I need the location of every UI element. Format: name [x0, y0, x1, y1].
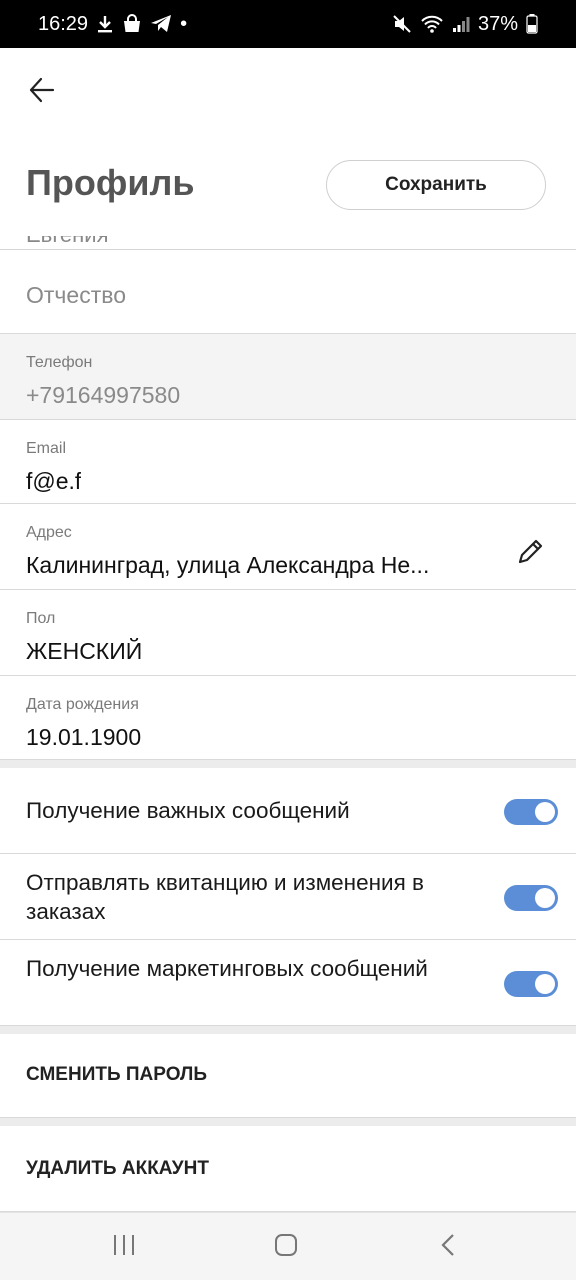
- toggle-label-receipts: Отправлять квитанцию и изменения в заказ…: [26, 870, 424, 924]
- toggle-label-marketing: Получение маркетинговых сообщений: [26, 956, 428, 981]
- status-dot: •: [180, 12, 188, 35]
- address-value: Калининград, улица Александра Не...: [26, 552, 430, 578]
- birthdate-field[interactable]: Дата рождения 19.01.1900: [0, 676, 576, 760]
- gender-field[interactable]: Пол ЖЕНСКИЙ: [0, 590, 576, 676]
- phone-field: Телефон +79164997580: [0, 334, 576, 420]
- delete-account-button[interactable]: УДАЛИТЬ АККАУНТ: [0, 1126, 576, 1212]
- change-password-button[interactable]: СМЕНИТЬ ПАРОЛЬ: [0, 1034, 576, 1118]
- home-button[interactable]: [266, 1231, 306, 1263]
- switch-knob: [535, 888, 555, 908]
- recent-apps-button[interactable]: [104, 1231, 144, 1263]
- surname-value: Евгения: [26, 236, 109, 248]
- save-button[interactable]: Сохранить: [326, 160, 546, 210]
- patronymic-placeholder: Отчество: [26, 282, 126, 308]
- status-time: 16:29: [38, 12, 89, 35]
- birthdate-value: 19.01.1900: [26, 724, 142, 750]
- toggle-row-marketing[interactable]: Получение маркетинговых сообщений: [0, 940, 576, 1026]
- status-bar: 16:29 • 37%: [0, 0, 576, 48]
- profile-form[interactable]: Евгения Отчество Телефон +79164997580 Em…: [0, 236, 576, 1212]
- gender-value: ЖЕНСКИЙ: [26, 638, 143, 664]
- back-arrow-icon: [28, 76, 56, 109]
- change-password-label: СМЕНИТЬ ПАРОЛЬ: [26, 1064, 207, 1085]
- switch-knob: [535, 802, 555, 822]
- header: Профиль Сохранить: [0, 48, 576, 236]
- birthdate-label: Дата рождения: [26, 696, 139, 713]
- address-field[interactable]: Адрес Калининград, улица Александра Не..…: [0, 504, 576, 590]
- chevron-left-icon: [440, 1233, 456, 1262]
- pencil-icon[interactable]: [514, 534, 548, 568]
- toggle-row-important[interactable]: Получение важных сообщений: [0, 768, 576, 854]
- toggle-switch-marketing[interactable]: [504, 971, 558, 997]
- back-button[interactable]: [22, 72, 62, 112]
- system-back-button[interactable]: [428, 1231, 468, 1263]
- address-label: Адрес: [26, 524, 72, 541]
- system-nav-bar: [0, 1212, 576, 1280]
- signal-icon: [452, 15, 470, 33]
- switch-knob: [535, 974, 555, 994]
- battery-icon: [526, 14, 538, 34]
- download-icon: [96, 14, 114, 34]
- toggle-switch-important[interactable]: [504, 799, 558, 825]
- email-label: Email: [26, 440, 67, 457]
- wifi-icon: [420, 14, 444, 34]
- page-title: Профиль: [26, 162, 195, 203]
- battery-percent: 37%: [477, 12, 518, 35]
- shopping-bag-icon: [122, 14, 142, 34]
- gender-label: Пол: [26, 610, 56, 627]
- phone-label: Телефон: [26, 354, 93, 371]
- home-icon: [274, 1233, 298, 1262]
- telegram-icon: [150, 14, 172, 34]
- status-right: 37%: [392, 13, 538, 36]
- recent-apps-icon: [112, 1234, 136, 1261]
- toggle-label-important: Получение важных сообщений: [26, 798, 350, 823]
- phone-value: +79164997580: [26, 382, 181, 408]
- toggle-switch-receipts[interactable]: [504, 885, 558, 911]
- status-left: 16:29 •: [38, 13, 187, 36]
- patronymic-field[interactable]: Отчество: [0, 250, 576, 334]
- email-field[interactable]: Email f@e.f: [0, 420, 576, 504]
- delete-account-label: УДАЛИТЬ АККАУНТ: [26, 1158, 209, 1179]
- mute-icon: [392, 14, 412, 34]
- toggle-row-receipts[interactable]: Отправлять квитанцию и изменения в заказ…: [0, 854, 576, 940]
- email-value: f@e.f: [26, 468, 82, 494]
- surname-field-partial[interactable]: Евгения: [0, 236, 576, 250]
